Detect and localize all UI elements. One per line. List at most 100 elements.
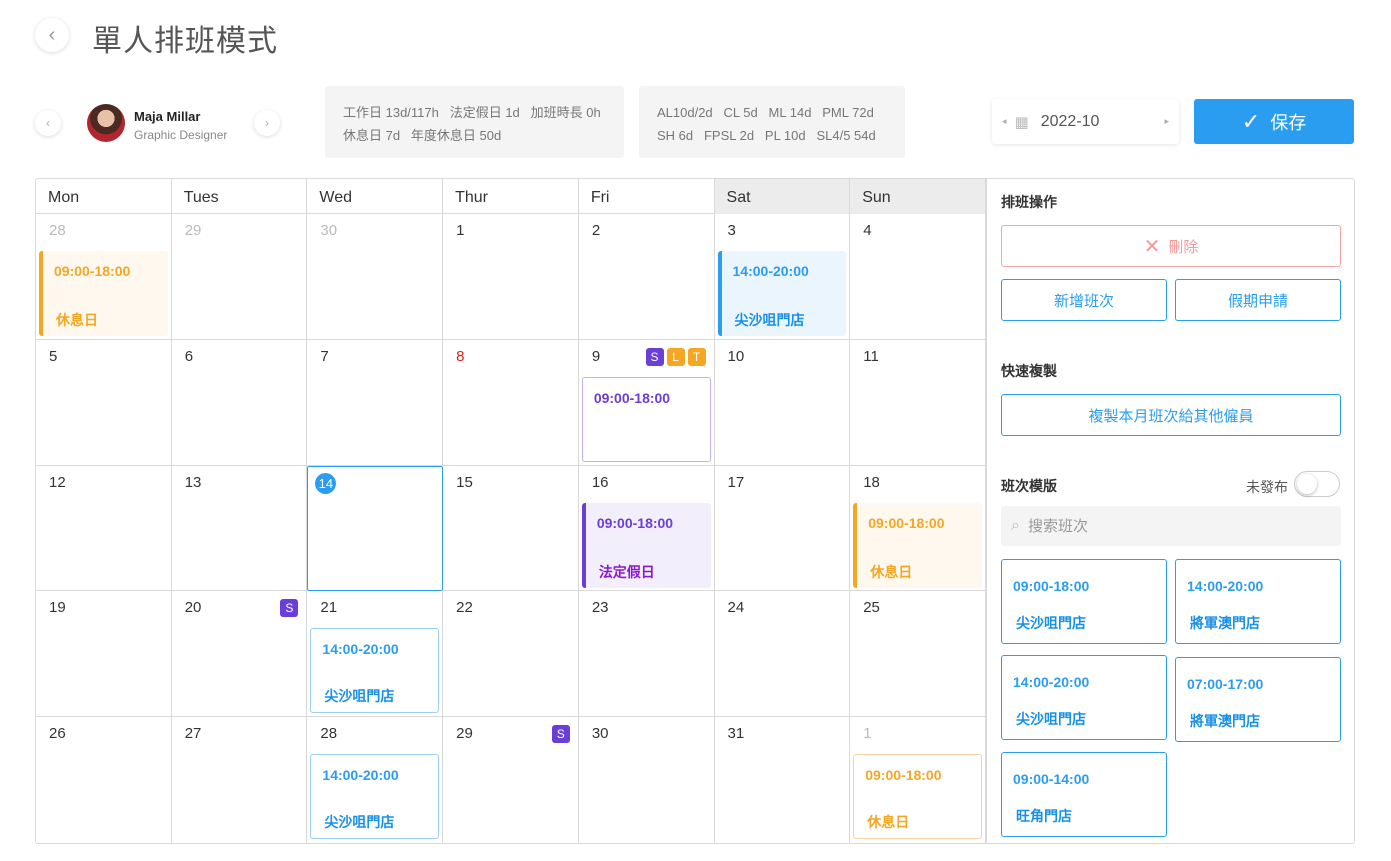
calendar-day[interactable]: 23 [578,591,715,718]
calendar-day[interactable]: 21 14:00-20:00 尖沙咀門店 [307,591,444,718]
calendar-day[interactable]: 26 [36,717,172,843]
calendar-day[interactable]: 1 [443,214,579,340]
shift-location: 尖沙咀門店 [734,312,805,328]
leave-badge: L [666,347,685,366]
day-number: 19 [49,599,66,617]
ops-title: 排班操作 [1001,194,1057,210]
calendar-day[interactable]: 9 S L T 09:00-18:00 [578,339,715,466]
shift-card[interactable]: 14:00-20:00 尖沙咀門店 [717,251,847,336]
shift-card[interactable]: 14:00-20:00 尖沙咀門店 [310,628,440,714]
calendar-day[interactable]: 12 [36,465,172,592]
delete-button[interactable]: ✕ 刪除 [1001,225,1341,267]
shift-card[interactable]: 14:00-20:00 尖沙咀門店 [310,754,440,840]
weekday-header-cell: Mon [36,179,172,214]
calendar-grid: 28 09:00-18:00 休息日 29 30 1 2 3 14:00-20:00 尖沙咀門店 4… [36,214,986,843]
shift-template-card[interactable]: 07:00-17:00 將軍澳門店 [1175,657,1341,742]
month-picker[interactable]: ◂ ▦ 2022-10 ▸ [992,99,1179,144]
shift-card[interactable]: 09:00-18:00 [581,376,711,462]
template-location: 尖沙咀門店 [1016,615,1086,631]
calendar-day[interactable]: 16 09:00-18:00 法定假日 [578,465,715,592]
weekday-header-cell: Fri [579,179,715,214]
shift-location: 尖沙咀門店 [324,814,395,831]
chevron-right-icon: › [265,116,269,130]
calendar-day[interactable]: 10 [714,339,851,466]
calendar-day[interactable]: 1 09:00-18:00 休息日 [850,717,986,843]
calendar-day[interactable]: 17 [714,465,851,592]
save-button[interactable]: ✓ 保存 [1194,99,1354,144]
delete-label: 刪除 [1168,238,1199,256]
weekday-header-cell: Sun [850,179,986,214]
publish-toggle-label: 未發布 [1246,479,1288,495]
calendar-day[interactable]: 2 [578,214,715,340]
calendar-day[interactable]: 28 09:00-18:00 休息日 [36,214,172,340]
calendar-day[interactable]: 8 [443,339,579,466]
calendar-day[interactable]: 20 S [171,591,308,718]
calendar-day[interactable]: 22 [443,591,579,718]
template-location: 尖沙咀門店 [1016,711,1086,727]
calendar-day[interactable]: 14 [307,465,444,592]
shift-time: 09:00-18:00 [54,263,131,279]
shift-card[interactable]: 09:00-18:00 休息日 [853,754,982,840]
calendar-day[interactable]: 5 [36,339,172,466]
next-month-icon[interactable]: ▸ [1164,116,1169,127]
shift-template-card[interactable]: 14:00-20:00 尖沙咀門店 [1001,655,1167,740]
publish-toggle[interactable] [1294,471,1340,497]
prev-employee-button[interactable]: ‹ [35,110,61,136]
next-employee-button[interactable]: › [254,110,280,136]
calendar-day[interactable]: 27 [172,717,308,843]
shift-time: 09:00-18:00 [596,514,674,531]
day-number: 5 [49,347,58,365]
calendar-day[interactable]: 24 [714,591,851,718]
leave-stats: AL10d/2d CL 5d ML 14d PML 72d SH 6d FPSL… [639,86,905,158]
calendar-day[interactable]: 11 [850,339,986,466]
shift-template-card[interactable]: 09:00-14:00 旺角門店 [1001,752,1167,837]
leave-request-button[interactable]: 假期申請 [1175,279,1341,321]
weekday-header-cell: Thur [443,179,579,214]
day-number: 27 [184,725,202,743]
day-number: 31 [727,725,745,743]
day-number: 28 [320,725,338,743]
shift-location: 尖沙咀門店 [324,688,395,705]
copy-month-button[interactable]: 複製本月班次給其他僱員 [1001,394,1341,436]
add-shift-button[interactable]: 新增班次 [1001,279,1167,321]
calendar-icon: ▦ [1014,113,1029,131]
calendar: Mon Tues Wed Thur Fri Sat Sun 28 09:00-18:00 休息日… [36,179,986,843]
calendar-day[interactable]: 15 [443,465,579,592]
search-input[interactable] [1027,517,1308,535]
calendar-day[interactable]: 28 14:00-20:00 尖沙咀門店 [307,717,444,843]
back-button[interactable]: ‹ [35,18,69,52]
shift-card[interactable]: 09:00-18:00 休息日 [853,502,982,588]
shift-card[interactable]: 09:00-18:00 法定假日 [581,502,711,588]
day-number: 21 [320,599,338,617]
shift-template-card[interactable]: 09:00-18:00 尖沙咀門店 [1001,559,1167,644]
template-time: 09:00-18:00 [1013,578,1090,594]
template-title: 班次模版 [1001,478,1057,494]
calendar-day[interactable]: 31 [715,717,851,843]
calendar-day[interactable]: 6 [171,339,308,466]
day-number: 25 [863,599,880,617]
day-number: 28 [49,222,66,239]
shift-template-card[interactable]: 14:00-20:00 將軍澳門店 [1175,559,1341,644]
calendar-day[interactable]: 13 [171,465,308,592]
day-number: 4 [863,222,872,239]
calendar-day[interactable]: 29 [171,214,308,340]
calendar-day[interactable]: 18 09:00-18:00 休息日 [850,465,986,592]
calendar-day[interactable]: 30 [579,717,715,843]
day-number: 2 [591,222,601,239]
day-number: 10 [727,347,745,365]
template-search[interactable]: ⌕ [1001,506,1341,546]
day-number: 29 [456,725,473,743]
work-stats-line2: 休息日 7d 年度休息日 50d [343,128,502,143]
prev-month-icon[interactable]: ◂ [1002,116,1007,127]
calendar-day[interactable]: 3 14:00-20:00 尖沙咀門店 [714,214,851,340]
shift-time: 09:00-18:00 [593,389,671,406]
shift-card[interactable]: 09:00-18:00 休息日 [39,251,168,336]
day-number: 26 [49,725,66,743]
calendar-day[interactable]: 4 [850,214,986,340]
calendar-day[interactable]: 25 [850,591,986,718]
calendar-day[interactable]: 7 [307,339,444,466]
calendar-day[interactable]: 19 [36,591,172,718]
calendar-day[interactable]: 29 S [443,717,579,843]
day-number: 13 [184,473,202,491]
calendar-day[interactable]: 30 [307,214,444,340]
